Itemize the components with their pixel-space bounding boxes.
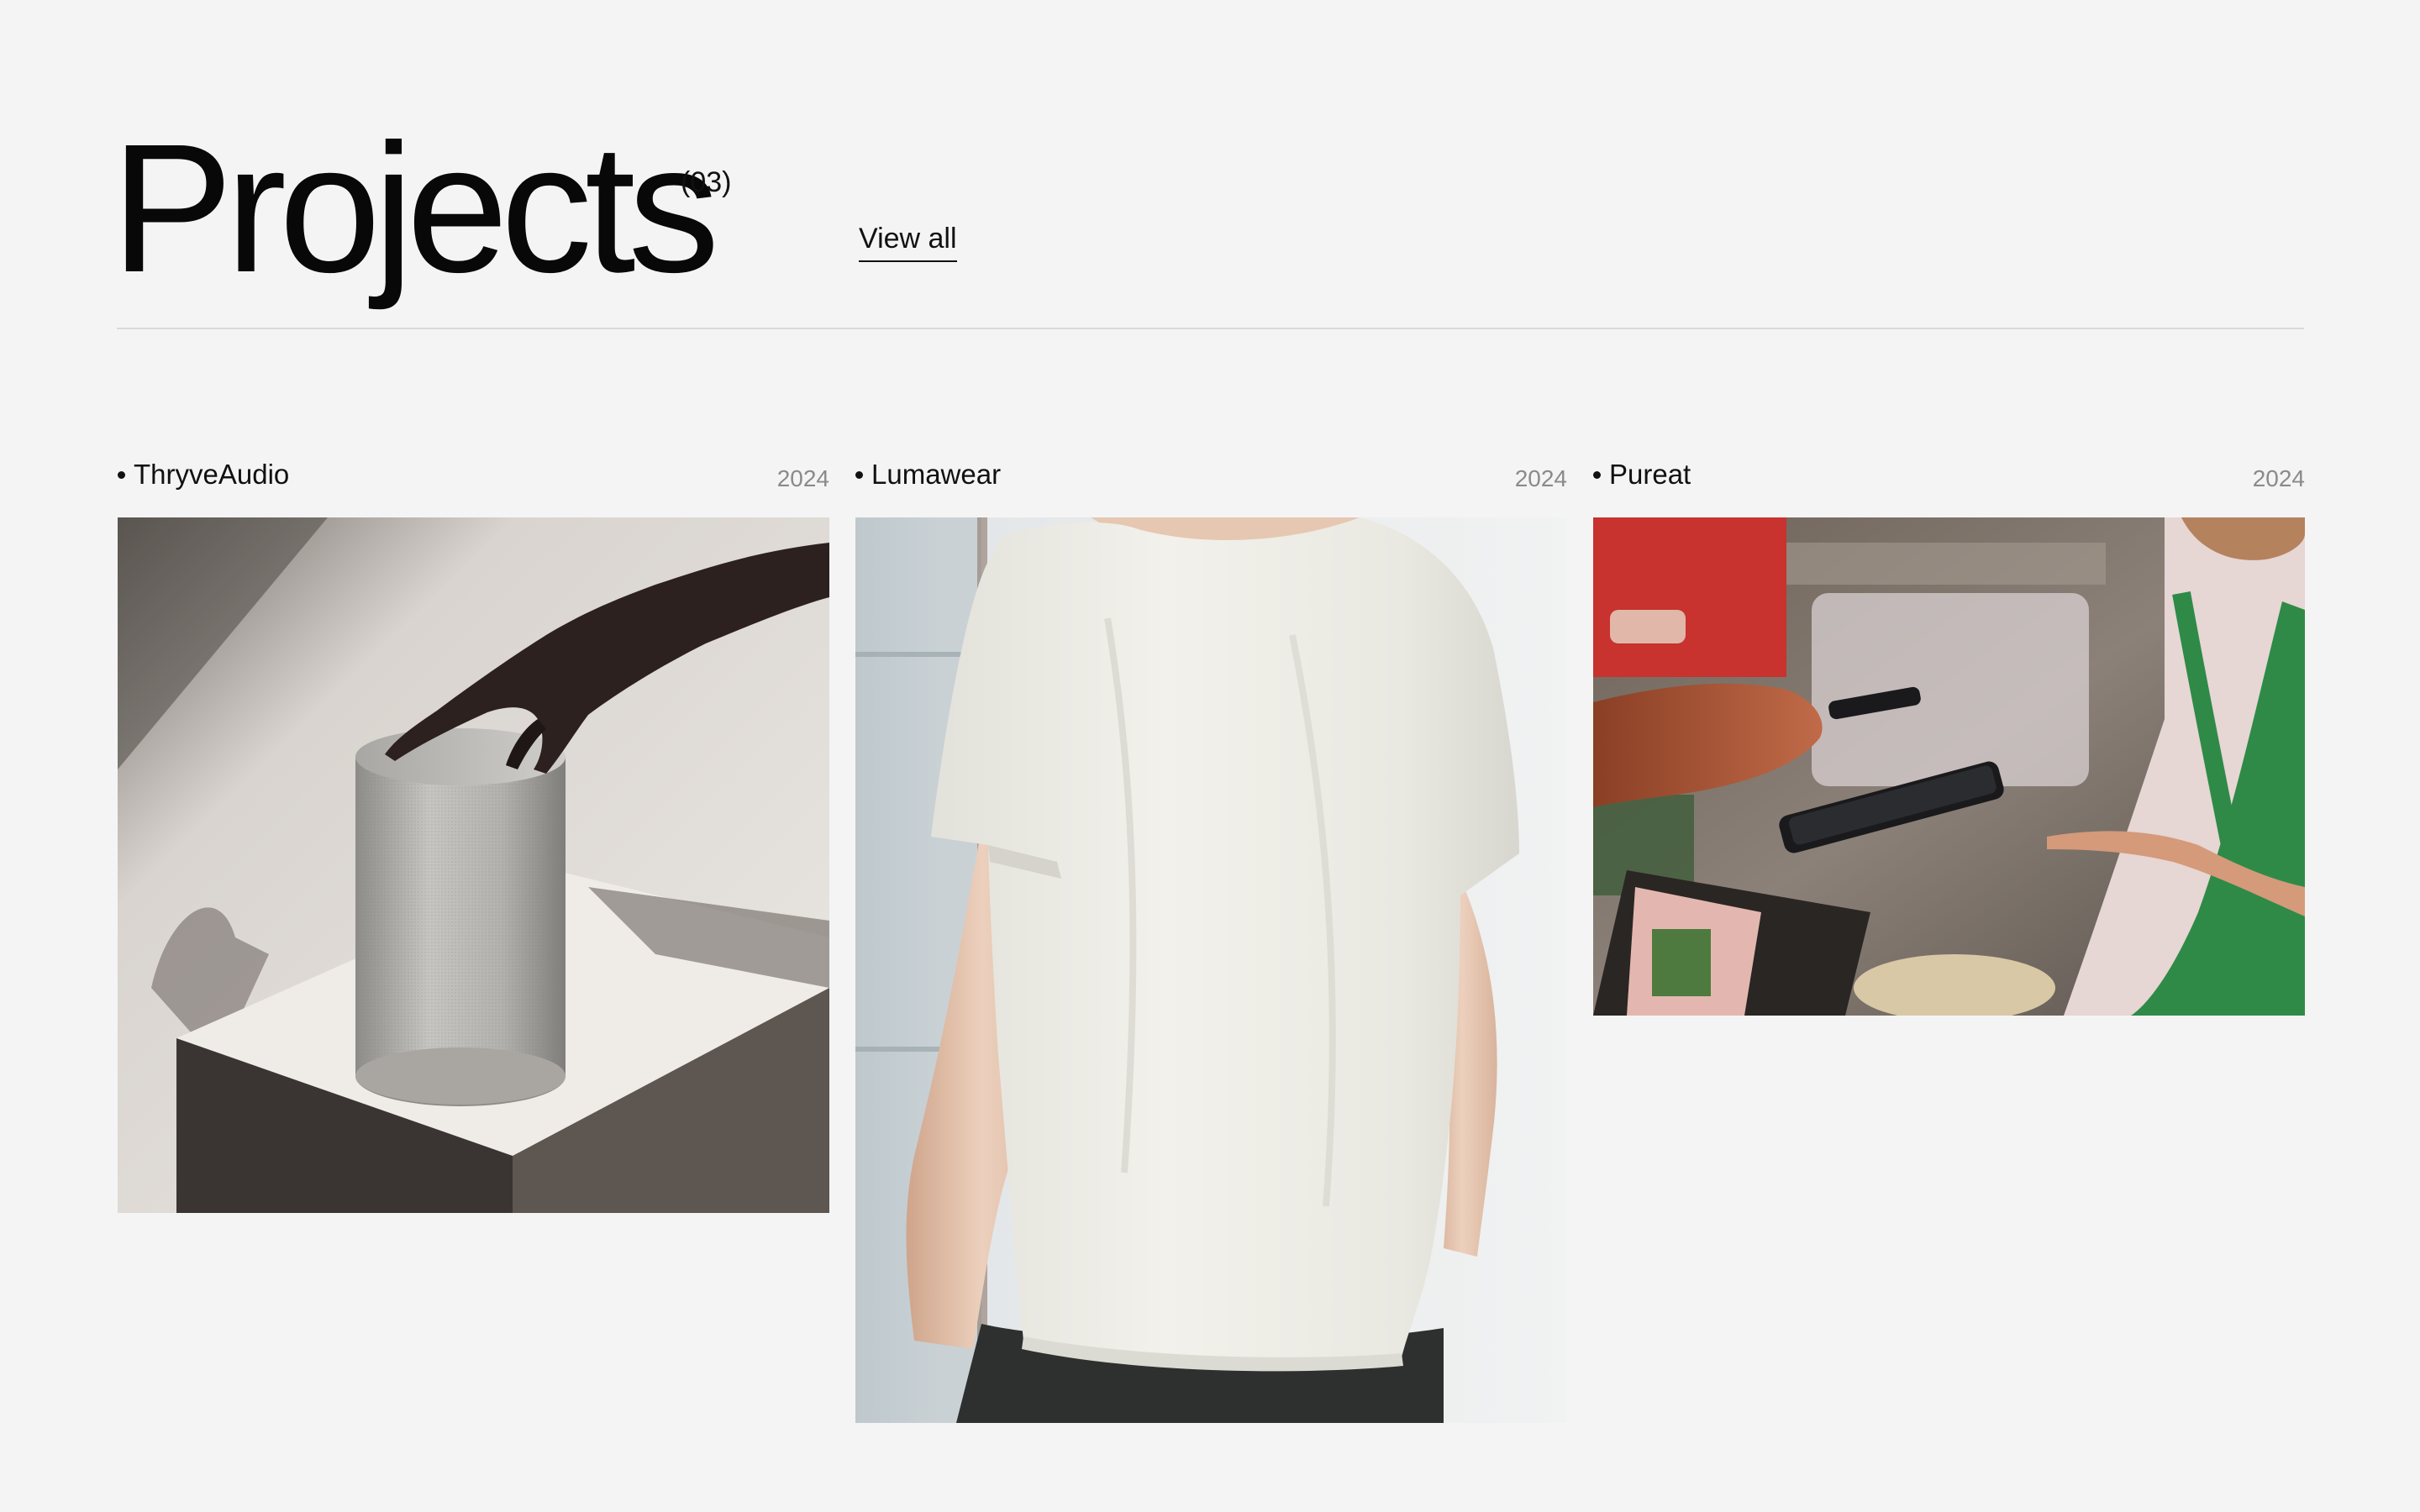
- project-card-header: Pureat 2024: [1593, 458, 2305, 517]
- project-image-speaker[interactable]: [118, 517, 829, 1213]
- project-year: 2024: [1514, 465, 1567, 491]
- project-image-payment[interactable]: [1593, 517, 2305, 1016]
- project-name-label: ThryveAudio: [134, 459, 290, 490]
- project-card-pureat[interactable]: Pureat 2024: [1593, 458, 2305, 1016]
- page-title: Projects: [111, 107, 719, 311]
- tshirt-photo-illustration: [855, 517, 1567, 1423]
- project-image-tshirt[interactable]: [855, 517, 1567, 1423]
- project-name[interactable]: Pureat: [1593, 458, 1691, 491]
- bullet-icon: [118, 470, 125, 479]
- bullet-icon: [1593, 470, 1601, 479]
- projects-page: Projects (03) View all ThryveAudio 2024: [0, 0, 2420, 1512]
- header-divider: [117, 328, 2304, 329]
- project-count: (03): [681, 166, 732, 198]
- view-all-link[interactable]: View all: [859, 222, 957, 262]
- project-card-header: Lumawear 2024: [855, 458, 1567, 517]
- project-name[interactable]: Lumawear: [855, 458, 1001, 491]
- project-year: 2024: [776, 465, 829, 491]
- project-name[interactable]: ThryveAudio: [118, 458, 289, 491]
- payment-photo-illustration: [1593, 517, 2305, 1016]
- project-card-header: ThryveAudio 2024: [118, 458, 829, 517]
- project-year: 2024: [2252, 465, 2305, 491]
- bullet-icon: [855, 470, 863, 479]
- project-card-lumawear[interactable]: Lumawear 2024: [855, 458, 1567, 1423]
- project-name-label: Lumawear: [871, 459, 1002, 490]
- project-name-label: Pureat: [1609, 459, 1691, 490]
- project-card-thryveaudio[interactable]: ThryveAudio 2024: [118, 458, 829, 1213]
- speaker-photo-illustration: [118, 517, 829, 1213]
